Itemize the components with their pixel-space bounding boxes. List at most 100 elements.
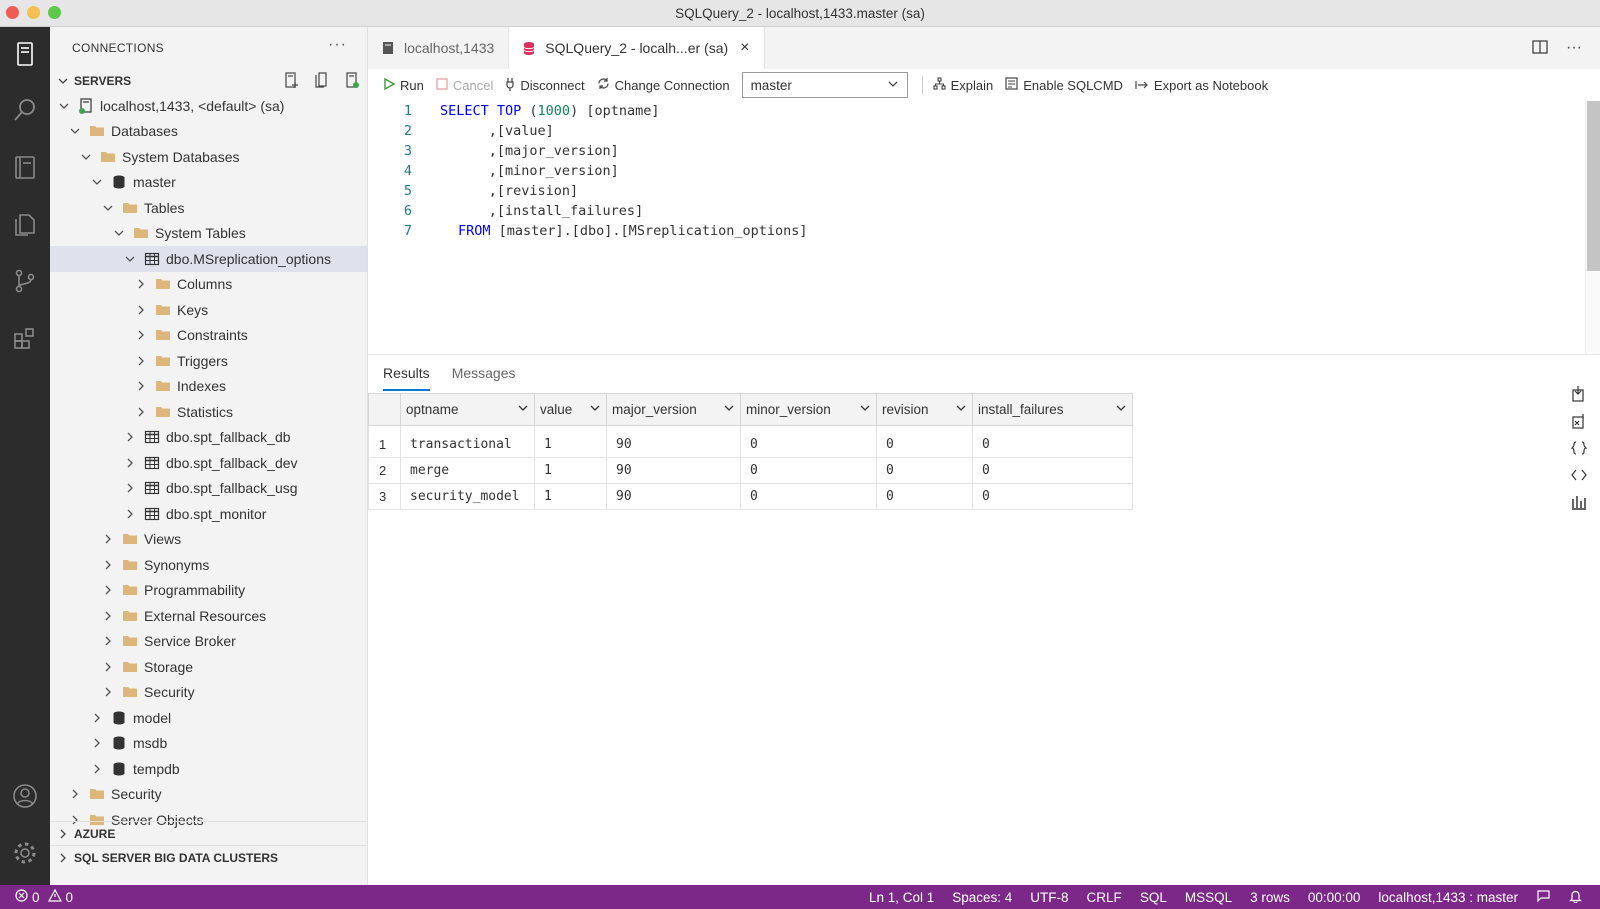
scrollbar-thumb[interactable]	[1587, 101, 1600, 271]
tree-item[interactable]: Synonyms	[50, 552, 367, 578]
tree-item[interactable]: Security	[50, 680, 367, 706]
save-as-json-icon[interactable]	[1570, 439, 1588, 460]
chevron-right-icon[interactable]	[89, 761, 105, 777]
connections-icon[interactable]	[10, 39, 40, 69]
chevron-right-icon[interactable]	[122, 480, 138, 496]
feedback-icon[interactable]	[1536, 889, 1551, 906]
table-cell[interactable]: 90	[606, 425, 741, 458]
tree-item[interactable]: Keys	[50, 297, 367, 323]
split-editor-icon[interactable]	[1532, 39, 1548, 57]
chevron-down-icon[interactable]	[67, 123, 83, 139]
tree-item[interactable]: dbo.spt_fallback_dev	[50, 450, 367, 476]
chevron-right-icon[interactable]	[100, 659, 116, 675]
azure-section-header[interactable]: AZURE	[50, 821, 367, 845]
editor-scrollbar[interactable]	[1585, 101, 1600, 354]
more-actions-icon[interactable]: ···	[328, 36, 347, 54]
chevron-down-icon[interactable]	[89, 174, 105, 190]
chevron-right-icon[interactable]	[100, 582, 116, 598]
chevron-down-icon[interactable]	[955, 402, 967, 417]
chevron-down-icon[interactable]	[56, 98, 72, 114]
chevron-right-icon[interactable]	[133, 353, 149, 369]
gear-icon[interactable]	[10, 838, 40, 868]
chevron-right-icon[interactable]	[89, 710, 105, 726]
chevron-right-icon[interactable]	[122, 506, 138, 522]
table-cell[interactable]: 0	[740, 425, 877, 458]
maximize-window-button[interactable]	[48, 6, 61, 19]
save-as-csv-icon[interactable]	[1570, 385, 1588, 406]
chevron-right-icon[interactable]	[100, 684, 116, 700]
tree-item[interactable]: System Databases	[50, 144, 367, 170]
tree-item[interactable]: Views	[50, 527, 367, 553]
table-cell[interactable]: transactional	[400, 425, 535, 458]
tree-item[interactable]: master	[50, 170, 367, 196]
table-cell[interactable]: 90	[606, 483, 741, 510]
tree-item[interactable]: dbo.MSreplication_options	[50, 246, 367, 272]
tab-messages[interactable]: Messages	[452, 355, 516, 391]
servers-section-header[interactable]: SERVERS	[50, 69, 367, 93]
language-mode[interactable]: SQL	[1140, 890, 1167, 905]
cancel-button[interactable]: Cancel	[436, 78, 493, 93]
tree-item[interactable]: Columns	[50, 272, 367, 298]
eol-status[interactable]: CRLF	[1087, 890, 1122, 905]
tree-item[interactable]: localhost,1433, <default> (sa)	[50, 93, 367, 119]
chevron-right-icon[interactable]	[133, 276, 149, 292]
enable-sqlcmd-button[interactable]: Enable SQLCMD	[1005, 77, 1123, 93]
chevron-down-icon[interactable]	[589, 402, 601, 417]
table-cell[interactable]: 0	[972, 483, 1133, 510]
encoding-status[interactable]: UTF-8	[1030, 890, 1068, 905]
table-row[interactable]: 1 transactional 1 90 0 0 0	[368, 425, 1133, 458]
provider-status[interactable]: MSSQL	[1185, 890, 1232, 905]
column-header[interactable]: optname	[400, 393, 535, 426]
chevron-right-icon[interactable]	[133, 302, 149, 318]
tree-item[interactable]: Service Broker	[50, 629, 367, 655]
table-row[interactable]: 3 security_model 1 90 0 0 0	[368, 483, 1133, 510]
close-window-button[interactable]	[6, 6, 19, 19]
chevron-down-icon[interactable]	[78, 149, 94, 165]
chevron-down-icon[interactable]	[1115, 402, 1127, 417]
save-as-excel-icon[interactable]	[1570, 412, 1588, 433]
chevron-right-icon[interactable]	[100, 608, 116, 624]
new-connection-icon[interactable]	[283, 71, 301, 92]
bell-icon[interactable]	[1569, 889, 1582, 906]
chevron-down-icon[interactable]	[122, 251, 138, 267]
tab-results[interactable]: Results	[383, 355, 430, 391]
export-notebook-button[interactable]: Export as Notebook	[1135, 78, 1268, 93]
change-connection-button[interactable]: Change Connection	[597, 77, 730, 93]
save-as-xml-icon[interactable]	[1570, 466, 1588, 487]
tree-item[interactable]: Programmability	[50, 578, 367, 604]
chart-icon[interactable]	[1570, 493, 1588, 514]
run-button[interactable]: Run	[384, 77, 424, 93]
cursor-position[interactable]: Ln 1, Col 1	[869, 890, 934, 905]
source-control-icon[interactable]	[10, 266, 40, 296]
chevron-down-icon[interactable]	[859, 402, 871, 417]
tree-item[interactable]: dbo.spt_fallback_db	[50, 425, 367, 451]
query-editor[interactable]: 1 SELECT TOP (1000) [optname] 2 ,[value]…	[368, 101, 1585, 354]
tree-item[interactable]: Indexes	[50, 374, 367, 400]
chevron-right-icon[interactable]	[133, 378, 149, 394]
minimize-window-button[interactable]	[27, 6, 40, 19]
table-cell[interactable]: 0	[972, 425, 1133, 458]
tab-sqlquery[interactable]: SQLQuery_2 - localh...er (sa) ×	[509, 27, 765, 69]
notebooks-icon[interactable]	[10, 152, 40, 182]
tree-item[interactable]: Databases	[50, 119, 367, 145]
table-cell[interactable]: merge	[400, 457, 535, 484]
table-cell[interactable]: 1	[534, 457, 607, 484]
search-icon[interactable]	[10, 95, 40, 125]
tree-item[interactable]: Triggers	[50, 348, 367, 374]
account-icon[interactable]	[10, 781, 40, 811]
table-cell[interactable]: 0	[740, 483, 877, 510]
disconnect-button[interactable]: Disconnect	[505, 77, 585, 94]
chevron-right-icon[interactable]	[133, 404, 149, 420]
problems-indicator[interactable]: 0 0	[15, 888, 73, 905]
chevron-down-icon[interactable]	[517, 402, 529, 417]
column-header[interactable]: minor_version	[740, 393, 877, 426]
tree-item[interactable]: model	[50, 705, 367, 731]
explain-button[interactable]: Explain	[933, 77, 993, 93]
tree-item[interactable]: External Resources	[50, 603, 367, 629]
table-cell[interactable]: security_model	[400, 483, 535, 510]
explorer-icon[interactable]	[10, 209, 40, 239]
tree-item[interactable]: System Tables	[50, 221, 367, 247]
table-cell[interactable]: 0	[876, 483, 973, 510]
database-select[interactable]: master	[741, 72, 908, 98]
tree-item[interactable]: msdb	[50, 731, 367, 757]
